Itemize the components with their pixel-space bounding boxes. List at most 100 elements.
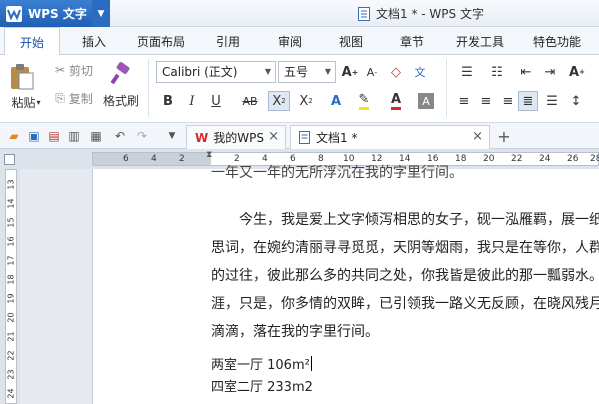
copy-label: 复制 <box>68 91 93 106</box>
paste-icon[interactable] <box>6 61 38 93</box>
customize-toolbar-icon[interactable]: ▼ <box>164 128 180 144</box>
print-preview-icon[interactable]: ▦ <box>88 128 104 144</box>
text-line: 一年又一年的无所浮沉在我的字里行间。 <box>211 165 463 181</box>
ruler-number: 22 <box>6 350 16 361</box>
window-title: 文档1 * - WPS 文字 <box>358 5 484 22</box>
tab-review[interactable]: 审阅 <box>264 27 316 55</box>
text-line: 今生，我是爱上文字倾泻相思的女子，砚一泓雁羁，展一纸 <box>211 212 599 228</box>
indent-marker-icon[interactable]: ⧗ <box>206 150 212 160</box>
wps-w-icon: W <box>195 130 209 145</box>
quick-access-bar: ▰ ▣ ▤ ▥ ▦ ↶ ↷ ▼ W 我的WPS × 文档1 * × + <box>0 123 599 149</box>
ruler-number: 18 <box>6 274 16 285</box>
close-icon[interactable]: × <box>268 129 279 144</box>
app-menu-button[interactable]: WPS 文字 ▼ <box>0 0 110 27</box>
text-line: 思词，在婉约清丽寻寻觅觅，天阴等烟雨，我只是在等你，人群 <box>211 240 599 256</box>
cut-button[interactable]: ✂ 剪切 <box>50 61 98 79</box>
tab-features[interactable]: 特色功能 <box>522 27 592 55</box>
document-canvas: 一年又一年的无所浮沉在我的字里行间。 今生，我是爱上文字倾泻相思的女子，砚一泓雁… <box>20 165 599 404</box>
open-folder-icon[interactable]: ▰ <box>6 128 22 144</box>
tab-view[interactable]: 视图 <box>325 27 377 55</box>
font-color-icon[interactable]: A <box>386 91 406 111</box>
chevron-down-icon: ▼ <box>264 67 272 76</box>
format-painter-icon[interactable] <box>104 59 138 89</box>
strikethrough-icon[interactable]: AB <box>238 91 262 111</box>
document-page[interactable]: 一年又一年的无所浮沉在我的字里行间。 今生，我是爱上文字倾泻相思的女子，砚一泓雁… <box>92 165 599 404</box>
text-line: 两室一厅 106m² <box>211 354 599 373</box>
char-shading-icon[interactable]: A <box>418 93 434 109</box>
increase-indent-icon[interactable]: ⇥ <box>540 62 560 82</box>
ruler-number: 19 <box>6 293 16 304</box>
scissors-icon: ✂ <box>54 63 66 77</box>
tab-page-layout[interactable]: 页面布局 <box>128 27 194 55</box>
ribbon-separator <box>446 59 447 117</box>
copy-icon: ⎘ <box>55 90 65 105</box>
align-right-icon[interactable]: ≡ <box>498 91 518 111</box>
ribbon-separator <box>148 59 149 117</box>
window-title-text: 文档1 * - WPS 文字 <box>376 7 484 21</box>
vertical-ruler[interactable]: 13 14 15 16 17 18 19 20 21 22 23 24 <box>5 169 17 404</box>
tab-stop-selector[interactable] <box>4 154 15 165</box>
justify-icon[interactable]: ≣ <box>518 91 538 111</box>
app-menu-dropdown-icon[interactable]: ▼ <box>92 0 110 27</box>
export-pdf-icon[interactable]: ▤ <box>46 128 62 144</box>
text-effect-icon[interactable]: A <box>326 91 346 111</box>
italic-icon[interactable]: I <box>182 91 202 111</box>
align-center-icon[interactable]: ≡ <box>476 91 496 111</box>
font-name-value: Calibri (正文) <box>162 65 238 79</box>
underline-icon[interactable]: U <box>206 91 226 111</box>
tab-document1[interactable]: 文档1 * × <box>290 125 490 149</box>
bold-icon[interactable]: B <box>158 91 178 111</box>
ruler-number: 23 <box>6 369 16 380</box>
save-icon[interactable]: ▣ <box>26 128 42 144</box>
text-line-content: 两室一厅 106m² <box>211 358 310 373</box>
tab-references[interactable]: 引用 <box>202 27 254 55</box>
undo-icon[interactable]: ↶ <box>112 128 128 144</box>
numbered-list-icon[interactable]: ☷ <box>484 62 510 82</box>
print-icon[interactable]: ▥ <box>66 128 82 144</box>
ruler-number: 4 <box>151 154 157 164</box>
text-line: 的过往，彼此那么多的共同之处，你我皆是彼此的那一瓢弱水。 <box>211 268 599 284</box>
close-icon[interactable]: × <box>472 129 483 144</box>
distributed-align-icon[interactable]: ☰ <box>542 91 562 111</box>
ruler-number: 2 <box>179 154 185 164</box>
tab-insert[interactable]: 插入 <box>68 27 120 55</box>
tab-home[interactable]: 开始 <box>4 27 60 56</box>
title-bar: WPS 文字 ▼ 文档1 * - WPS 文字 <box>0 0 599 27</box>
shrink-font-icon[interactable]: A- <box>362 62 382 82</box>
format-painter-button[interactable]: 格式刷 <box>100 91 142 109</box>
wps-logo-icon <box>6 5 22 22</box>
ruler-number: 20 <box>6 312 16 323</box>
decrease-indent-icon[interactable]: ⇤ <box>516 62 536 82</box>
tab-my-wps[interactable]: W 我的WPS × <box>186 125 286 149</box>
bullet-list-icon[interactable]: ☰ <box>454 62 480 82</box>
clear-format-icon[interactable]: ◇ <box>386 62 406 82</box>
ruler-number: 13 <box>6 179 16 190</box>
pinyin-guide-icon[interactable]: 文 <box>410 62 430 82</box>
doc-tab-label: 我的WPS <box>213 131 264 145</box>
paste-button[interactable]: 粘贴 ▾ <box>6 93 46 111</box>
document-icon <box>299 131 310 144</box>
tab-developer[interactable]: 开发工具 <box>446 27 514 55</box>
font-size-value: 五号 <box>284 65 309 79</box>
tab-section[interactable]: 章节 <box>386 27 438 55</box>
chinese-layout-icon[interactable]: A + <box>564 62 590 82</box>
superscript-icon[interactable]: X2 <box>268 91 290 111</box>
subscript-icon[interactable]: X2 <box>296 91 316 111</box>
highlight-icon[interactable]: ✎ <box>354 91 374 111</box>
ruler-number: 15 <box>6 217 16 228</box>
copy-button[interactable]: ⎘ 复制 <box>50 89 98 107</box>
line-spacing-icon[interactable]: ↕ <box>566 91 586 111</box>
new-tab-plus-icon[interactable]: + <box>496 127 512 146</box>
font-name-select[interactable]: Calibri (正文) ▼ <box>156 61 276 83</box>
ruler-number: 16 <box>6 236 16 247</box>
text-line: 滴滴，落在我的字里行间。 <box>211 324 379 340</box>
doc-tab-label: 文档1 * <box>316 131 358 145</box>
paste-label: 粘贴 <box>11 95 36 110</box>
grow-font-icon[interactable]: A + <box>340 62 360 82</box>
text-cursor <box>310 356 312 371</box>
ruler-number: 14 <box>6 198 16 209</box>
app-name: WPS 文字 <box>28 7 87 21</box>
align-left-icon[interactable]: ≡ <box>454 91 474 111</box>
redo-icon[interactable]: ↷ <box>134 128 150 144</box>
font-size-select[interactable]: 五号 ▼ <box>278 61 336 83</box>
